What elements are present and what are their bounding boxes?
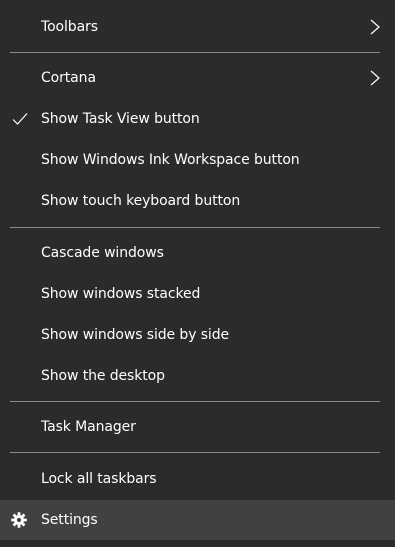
taskbar-context-menu: Toolbars Cortana Show Task View button S… [0,0,395,547]
menu-item-label: Cascade windows [41,245,164,261]
menu-divider [10,52,380,53]
menu-item-label: Show the desktop [41,368,165,384]
menu-divider [10,227,380,228]
menu-divider [10,401,380,402]
menu-item-label: Lock all taskbars [41,471,157,487]
menu-item-toolbars[interactable]: Toolbars [0,7,395,47]
menu-item-show-windows-side-by-side[interactable]: Show windows side by side [0,315,395,355]
menu-item-settings[interactable]: Settings [0,500,395,540]
menu-item-show-the-desktop[interactable]: Show the desktop [0,356,395,396]
menu-item-label: Show windows stacked [41,286,201,302]
menu-item-lock-all-taskbars[interactable]: Lock all taskbars [0,459,395,499]
menu-item-label: Toolbars [41,19,98,35]
chevron-right-icon [370,19,380,35]
menu-item-label: Show windows side by side [41,327,230,343]
menu-item-show-task-view-button[interactable]: Show Task View button [0,99,395,139]
gear-icon [11,512,27,528]
checkmark-icon [12,113,28,125]
menu-divider [10,452,380,453]
menu-item-label: Show Task View button [41,111,200,127]
menu-item-show-touch-keyboard-button[interactable]: Show touch keyboard button [0,181,395,221]
menu-item-task-manager[interactable]: Task Manager [0,407,395,447]
menu-item-label: Task Manager [41,419,136,435]
menu-item-show-windows-stacked[interactable]: Show windows stacked [0,274,395,314]
menu-item-label: Show touch keyboard button [41,193,241,209]
menu-item-label: Settings [41,512,98,528]
menu-item-show-windows-ink-workspace-button[interactable]: Show Windows Ink Workspace button [0,140,395,180]
menu-item-label: Show Windows Ink Workspace button [41,152,300,168]
menu-item-cortana[interactable]: Cortana [0,58,395,98]
chevron-right-icon [370,70,380,86]
menu-item-label: Cortana [41,70,96,86]
menu-item-cascade-windows[interactable]: Cascade windows [0,233,395,273]
